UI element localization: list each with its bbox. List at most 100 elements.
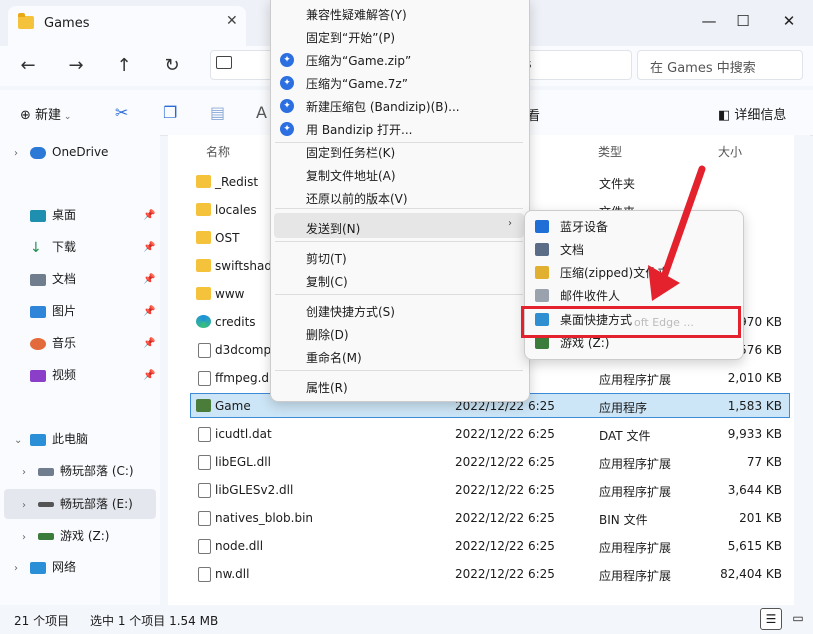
submenu-item-bluetooth[interactable]: 蓝牙设备 bbox=[560, 218, 608, 235]
menu-item-open-with-bandizip[interactable]: 用 Bandizip 打开... bbox=[306, 121, 412, 138]
back-button[interactable]: ← bbox=[16, 54, 40, 78]
sidebar-item-drive-c[interactable]: › 畅玩部落 (C:) bbox=[22, 460, 134, 482]
sidebar-item-desktop[interactable]: 桌面 bbox=[14, 204, 76, 226]
file-icon bbox=[198, 371, 211, 386]
menu-item-restore-previous[interactable]: 还原以前的版本(V) bbox=[306, 190, 408, 207]
file-icon bbox=[198, 455, 211, 470]
forward-button[interactable]: → bbox=[64, 54, 88, 78]
sidebar-item-network[interactable]: › 网络 bbox=[14, 556, 76, 578]
sidebar-item-label: 下载 bbox=[52, 240, 77, 254]
menu-item-compress-7z[interactable]: 压缩为“Game.7z” bbox=[306, 75, 408, 92]
menu-item-create-shortcut[interactable]: 创建快捷方式(S) bbox=[306, 303, 395, 320]
chevron-down-icon[interactable]: ⌄ bbox=[14, 430, 30, 452]
menu-item-pin-to-taskbar[interactable]: 固定到任务栏(K) bbox=[306, 144, 395, 161]
chevron-right-icon[interactable]: › bbox=[22, 527, 38, 549]
file-date: 2022/12/22 6:25 bbox=[455, 427, 555, 441]
bandizip-icon: ✦ bbox=[280, 76, 294, 90]
menu-item-compress-zip[interactable]: 压缩为“Game.zip” bbox=[306, 52, 411, 69]
new-button[interactable]: ⊕ 新建 ⌄ bbox=[20, 104, 71, 123]
refresh-button[interactable]: ↻ bbox=[160, 54, 184, 78]
menu-divider bbox=[275, 241, 523, 242]
rename-icon[interactable]: A bbox=[256, 103, 267, 122]
menu-item-copy[interactable]: 复制(C) bbox=[306, 273, 348, 290]
red-arrow-annotation bbox=[648, 165, 706, 301]
sidebar-item-documents[interactable]: 文档 bbox=[14, 268, 76, 290]
table-row[interactable]: libEGL.dll 2022/12/22 6:25 应用程序扩展 77 KB bbox=[190, 448, 790, 476]
chevron-right-icon[interactable]: › bbox=[14, 558, 30, 580]
sidebar-scrollbar[interactable] bbox=[158, 135, 166, 605]
menu-item-copy-file-path[interactable]: 复制文件地址(A) bbox=[306, 167, 396, 184]
sidebar-item-label: 畅玩部落 (E:) bbox=[60, 497, 133, 511]
menu-item-compat-troubleshoot[interactable]: 兼容性疑难解答(Y) bbox=[306, 6, 407, 23]
table-row[interactable]: libGLESv2.dll 2022/12/22 6:25 应用程序扩展 3,644 … bbox=[190, 476, 790, 504]
pin-icon: 📌 bbox=[143, 338, 156, 349]
download-icon: ↓ bbox=[30, 239, 42, 256]
sidebar-item-videos[interactable]: 视频 bbox=[14, 364, 76, 386]
file-type: 应用程序扩展 bbox=[599, 485, 672, 499]
details-view-button[interactable]: ☰ bbox=[760, 608, 782, 630]
up-button[interactable]: ↑ bbox=[112, 54, 136, 78]
submenu-item-mail-recipient[interactable]: 邮件收件人 bbox=[560, 287, 620, 304]
file-name: ffmpeg.d bbox=[215, 371, 270, 385]
desktop-icon bbox=[30, 209, 46, 222]
menu-item-new-bandizip-archive[interactable]: 新建压缩包 (Bandizip)(B)... bbox=[306, 98, 460, 115]
arrow-shaft bbox=[660, 165, 706, 281]
sidebar-item-onedrive[interactable]: › OneDrive bbox=[14, 141, 108, 163]
menu-item-delete[interactable]: 删除(D) bbox=[306, 326, 349, 343]
column-header-name[interactable]: 名称 bbox=[206, 143, 230, 160]
menu-item-rename[interactable]: 重命名(M) bbox=[306, 349, 362, 366]
column-header-type[interactable]: 类型 bbox=[598, 143, 622, 160]
item-count: 21 个项目 bbox=[14, 614, 70, 628]
menu-item-send-to[interactable]: 发送到(N) bbox=[306, 220, 360, 237]
submenu-item-documents[interactable]: 文档 bbox=[560, 241, 584, 258]
table-row[interactable]: nw.dll 2022/12/22 6:25 应用程序扩展 82,404 KB bbox=[190, 560, 790, 588]
file-list-scrollbar[interactable] bbox=[794, 135, 810, 605]
file-name: icudtl.dat bbox=[215, 427, 272, 441]
sidebar-item-music[interactable]: 音乐 bbox=[14, 332, 76, 354]
sidebar-item-drive-z[interactable]: › 游戏 (Z:) bbox=[22, 525, 109, 547]
copy-icon[interactable]: ❐ bbox=[163, 103, 177, 122]
minimize-button[interactable]: — bbox=[694, 8, 724, 34]
menu-item-cut[interactable]: 剪切(T) bbox=[306, 250, 347, 267]
game-icon bbox=[196, 399, 211, 412]
table-row[interactable]: icudtl.dat 2022/12/22 6:25 DAT 文件 9,933 KB bbox=[190, 420, 790, 448]
details-pane-icon: ◧ bbox=[718, 108, 735, 123]
document-icon bbox=[535, 243, 549, 256]
file-size: 970 KB bbox=[739, 315, 782, 329]
file-icon bbox=[198, 539, 211, 554]
computer-icon bbox=[30, 433, 46, 446]
chevron-right-icon[interactable]: › bbox=[22, 462, 38, 484]
file-type: 应用程序扩展 bbox=[599, 541, 672, 555]
close-button[interactable]: ✕ bbox=[774, 8, 804, 34]
file-type: 应用程序扩展 bbox=[599, 569, 672, 583]
file-name: swiftshad bbox=[215, 259, 272, 273]
file-date: 2022/12/22 6:25 bbox=[455, 511, 555, 525]
cut-icon[interactable]: ✂ bbox=[115, 103, 128, 122]
sidebar-item-drive-e[interactable]: › 畅玩部落 (E:) bbox=[22, 493, 133, 515]
maximize-button[interactable]: ☐ bbox=[728, 8, 758, 34]
chevron-right-icon[interactable]: › bbox=[22, 495, 38, 517]
file-name: node.dll bbox=[215, 539, 264, 553]
table-row[interactable]: node.dll 2022/12/22 6:25 应用程序扩展 5,615 KB bbox=[190, 532, 790, 560]
file-date: 2022/12/22 6:25 bbox=[455, 539, 555, 553]
sidebar-item-pictures[interactable]: 图片 bbox=[14, 300, 76, 322]
tab-close-icon[interactable]: ✕ bbox=[226, 13, 238, 29]
tab-title: Games bbox=[44, 16, 90, 31]
paste-icon[interactable]: ▤ bbox=[210, 103, 225, 122]
pin-icon: 📌 bbox=[143, 210, 156, 221]
tiles-view-button[interactable]: ▭ bbox=[788, 608, 808, 628]
search-placeholder: 在 Games 中搜索 bbox=[650, 61, 756, 76]
menu-item-pin-to-start[interactable]: 固定到“开始”(P) bbox=[306, 29, 395, 46]
details-button[interactable]: ◧ 详细信息 bbox=[718, 104, 786, 123]
menu-item-properties[interactable]: 属性(R) bbox=[306, 379, 348, 396]
selection-info: 选中 1 个项目 1.54 MB bbox=[90, 614, 219, 628]
folder-icon bbox=[196, 175, 211, 188]
chevron-right-icon[interactable]: › bbox=[14, 143, 30, 165]
sidebar-item-this-pc[interactable]: ⌄ 此电脑 bbox=[14, 428, 88, 450]
file-icon bbox=[198, 343, 211, 358]
sidebar-item-label: 图片 bbox=[52, 304, 77, 318]
table-row[interactable]: natives_blob.bin 2022/12/22 6:25 BIN 文件 201… bbox=[190, 504, 790, 532]
sidebar-item-downloads[interactable]: ↓ 下载 bbox=[14, 236, 76, 258]
file-name: libEGL.dll bbox=[215, 455, 271, 469]
column-header-size[interactable]: 大小 bbox=[718, 143, 742, 160]
